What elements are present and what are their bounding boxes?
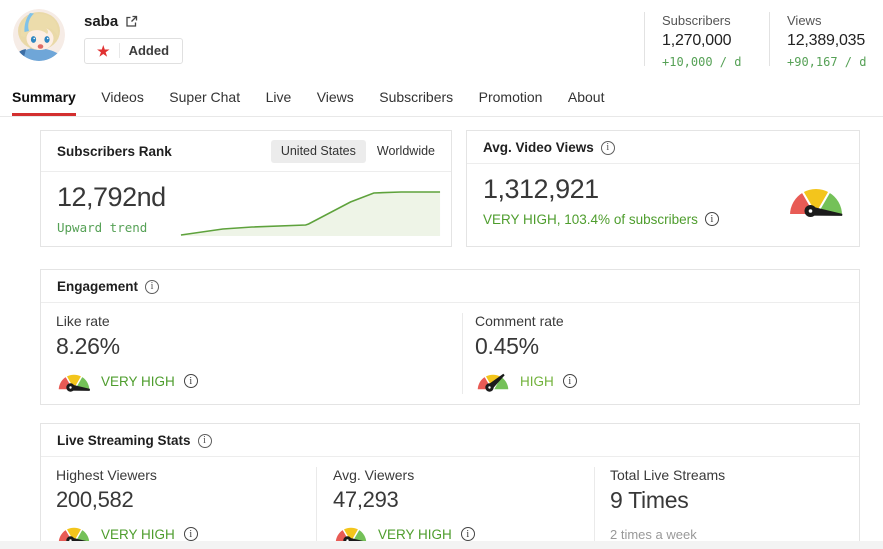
added-label: Added [128,43,170,58]
info-icon[interactable] [704,212,719,226]
like-rate-label: Like rate [56,313,110,329]
engagement-card: Engagement Like rate 8.26% VERY HIGH Com… [40,269,860,405]
info-icon[interactable] [145,279,160,294]
external-link-icon[interactable] [125,15,138,28]
highest-viewers-rating: VERY HIGH [101,526,175,542]
streams-frequency-note: 2 times a week [610,527,697,542]
info-icon[interactable] [183,527,198,541]
live-stats-title: Live Streaming Stats [57,433,191,448]
like-rate-rating: VERY HIGH [101,373,175,389]
avg-video-views-card: Avg. Video Views 1,312,921 VERY HIGH, 10… [466,130,860,247]
tab-subscribers[interactable]: Subscribers [379,89,453,116]
views-stat: Views 12,389,035 +90,167 / d [769,12,875,69]
channel-name: saba [84,13,119,30]
info-icon[interactable] [562,374,577,388]
rank-value: 12,792nd [57,182,166,212]
tab-summary[interactable]: Summary [12,89,76,116]
info-icon[interactable] [600,140,615,155]
subscribers-stat-label: Subscribers [662,13,731,28]
info-icon[interactable] [197,433,212,448]
live-streaming-stats-card: Live Streaming Stats Highest Viewers 200… [40,423,860,549]
region-toggle: United States Worldwide [270,140,435,163]
rank-block: 12,792nd Upward trend [41,172,179,246]
info-icon[interactable] [183,374,198,388]
subscribers-rank-card: Subscribers Rank United States Worldwide… [40,130,452,247]
gauge-icon [786,181,846,221]
gauge-icon [56,368,92,394]
total-streams-label: Total Live Streams [610,467,726,483]
subscribers-stat: Subscribers 1,270,000 +10,000 / d [644,12,769,69]
avg-views-rating: VERY HIGH, 103.4% of subscribers [483,211,698,227]
views-stat-delta: +90,167 / d [787,55,867,69]
info-icon[interactable] [460,527,475,541]
tab-super-chat[interactable]: Super Chat [169,89,240,116]
region-worldwide-button[interactable]: Worldwide [366,140,435,163]
highest-viewers-value: 200,582 [56,487,134,512]
added-favorite-button[interactable]: Added [84,38,184,64]
tab-views[interactable]: Views [317,89,354,116]
subscribers-rank-title: Subscribers Rank [57,144,172,159]
section-tabs: Summary Videos Super Chat Live Views Sub… [0,77,883,117]
avg-video-views-title: Avg. Video Views [483,140,594,155]
comment-rate-value: 0.45% [475,333,539,359]
tab-about[interactable]: About [568,89,605,116]
avg-views-value: 1,312,921 [483,173,599,204]
metric-highest-viewers: Highest Viewers 200,582 VERY HIGH [41,467,316,547]
rank-trend-label: Upward trend [57,220,148,235]
rank-trend-chart [179,187,442,239]
star-icon [97,44,110,58]
views-stat-label: Views [787,13,822,28]
region-united-states-button[interactable]: United States [270,140,366,163]
comment-rate-label: Comment rate [475,313,564,329]
views-stat-value: 12,389,035 [787,32,866,49]
comment-rate-rating: HIGH [520,373,554,389]
like-rate-value: 8.26% [56,333,120,359]
page-bottom-strip [0,541,883,549]
avg-viewers-label: Avg. Viewers [333,467,415,483]
channel-topline-stats: Subscribers 1,270,000 +10,000 / d Views … [644,9,875,69]
engagement-title: Engagement [57,279,139,294]
highest-viewers-label: Highest Viewers [56,467,157,483]
metric-comment-rate: Comment rate 0.45% HIGH [462,313,859,394]
metric-like-rate: Like rate 8.26% VERY HIGH [41,313,462,394]
button-divider [118,43,120,58]
tab-live[interactable]: Live [266,89,292,116]
avg-viewers-rating: VERY HIGH [378,526,452,542]
subscribers-stat-value: 1,270,000 [662,32,732,49]
tab-videos[interactable]: Videos [101,89,144,116]
channel-header: saba Added Subscribers 1,270,000 +10,000… [0,0,883,72]
metric-total-live-streams: Total Live Streams 9 Times 2 times a wee… [594,467,859,547]
avg-views-block: 1,312,921 VERY HIGH, 103.4% of subscribe… [467,174,719,229]
gauge-icon [475,368,511,394]
summary-content: Subscribers Rank United States Worldwide… [0,117,883,549]
avatar-illustration [13,9,65,61]
subscribers-stat-delta: +10,000 / d [662,55,742,69]
channel-identity: saba Added [84,9,184,64]
metric-avg-viewers: Avg. Viewers 47,293 VERY HIGH [316,467,594,547]
avg-viewers-value: 47,293 [333,487,399,512]
tab-promotion[interactable]: Promotion [479,89,543,116]
total-streams-value: 9 Times [610,487,689,513]
channel-avatar[interactable] [13,9,65,61]
